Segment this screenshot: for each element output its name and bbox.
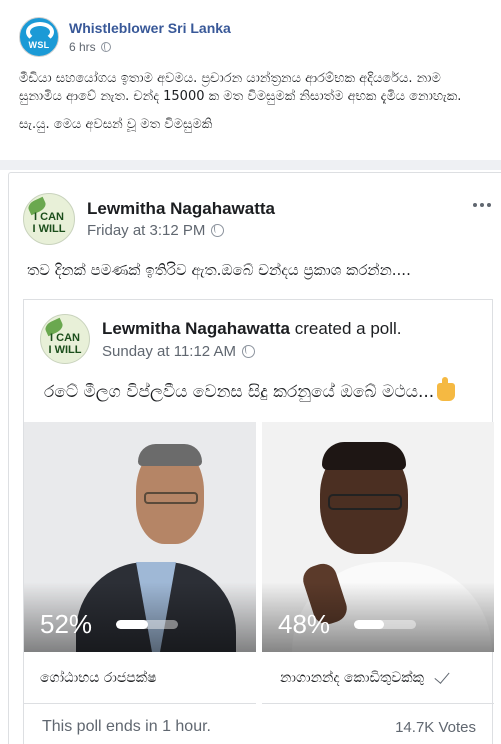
poll-option-1[interactable]: 52%	[24, 422, 256, 652]
poll-action: created a poll.	[294, 318, 402, 338]
outer-post-paragraph: සැ.යු. මෙය අවසන් වූ මත විමසුමකි	[19, 117, 213, 132]
option-2-percent: 48%	[278, 609, 331, 639]
globe-icon	[241, 344, 255, 358]
outer-post-header: WSL Whistleblower Sri Lanka 6 hrs	[19, 15, 231, 59]
shared-post-text: තව දිනක් පමණක් ඉතිරිව ඇත.ඔබේ චන්දය ප්‍රක…	[27, 261, 411, 279]
poll-footer: This poll ends in 1 hour. 14.7K Votes	[24, 704, 492, 744]
author-name-link[interactable]: Lewmitha Nagahawatta	[87, 199, 275, 219]
page-avatar[interactable]: WSL	[19, 17, 59, 57]
more-options-icon[interactable]	[473, 203, 491, 207]
option-1-label[interactable]: ගෝඨාභය රාජපක්ෂ	[24, 652, 256, 704]
poll-option-2[interactable]: 48%	[262, 422, 494, 652]
avatar-line-2: I WILL	[32, 223, 66, 235]
page-name-link[interactable]: Whistleblower Sri Lanka	[69, 20, 231, 36]
option-1-bar	[116, 620, 178, 629]
poll-author-avatar[interactable]: I CAN I WILL	[40, 314, 90, 364]
selected-check-icon	[434, 667, 450, 684]
poll-ends-text: This poll ends in 1 hour.	[42, 718, 211, 735]
globe-icon	[211, 224, 225, 237]
author-avatar[interactable]: I CAN I WILL	[23, 193, 75, 245]
avatar-line-1: I CAN	[34, 211, 64, 223]
avatar-line-2: I WILL	[48, 344, 82, 356]
post-time[interactable]: 6 hrs	[69, 40, 96, 54]
facebook-post: WSL Whistleblower Sri Lanka 6 hrs මීඩියා…	[0, 0, 501, 744]
poll-question-row: රටේ මීලග විප්ලවීය වෙනස සිදු කරනුයේ ඔබේ ම…	[44, 377, 456, 402]
poll-card: I CAN I WILL Lewmitha Nagahawatta create…	[23, 299, 494, 744]
option-1-text: ගෝඨාභය රාජපක්ෂ	[40, 669, 157, 686]
poll-author-link[interactable]: Lewmitha Nagahawatta	[102, 319, 290, 338]
poll-header: I CAN I WILL Lewmitha Nagahawatta create…	[40, 314, 402, 364]
option-2-bar	[354, 620, 416, 629]
poll-question: රටේ මීලග විප්ලවීය වෙනස සිදු කරනුයේ ඔබේ ම…	[44, 382, 435, 402]
option-1-percent: 52%	[40, 609, 93, 639]
globe-icon	[100, 42, 111, 52]
shared-post-time[interactable]: Friday at 3:12 PM	[87, 222, 205, 239]
wsl-logo-icon	[26, 22, 54, 42]
shared-post-header: I CAN I WILL Lewmitha Nagahawatta Friday…	[23, 193, 275, 245]
outer-post-text: මීඩියා සහයෝගය ඉතාම අවමය. ප්‍රචාරන යාන්ත්…	[19, 70, 479, 134]
outer-post-paragraph: මීඩියා සහයෝගය ඉතාම අවමය. ප්‍රචාරන යාන්ත්…	[19, 71, 462, 104]
option-2-label[interactable]: නාගානන්ද කොඩිතුවක්කු	[262, 652, 494, 704]
thumbs-up-emoji-icon	[437, 377, 456, 401]
shared-post: I CAN I WILL Lewmitha Nagahawatta Friday…	[8, 172, 501, 744]
poll-votes-count[interactable]: 14.7K Votes	[395, 719, 476, 736]
avatar-text: WSL	[28, 40, 50, 50]
poll-time[interactable]: Sunday at 11:12 AM	[102, 343, 236, 360]
avatar-line-1: I CAN	[50, 332, 80, 344]
option-2-text: නාගානන්ද කොඩිතුවක්කු	[280, 669, 425, 686]
section-divider	[0, 160, 501, 170]
